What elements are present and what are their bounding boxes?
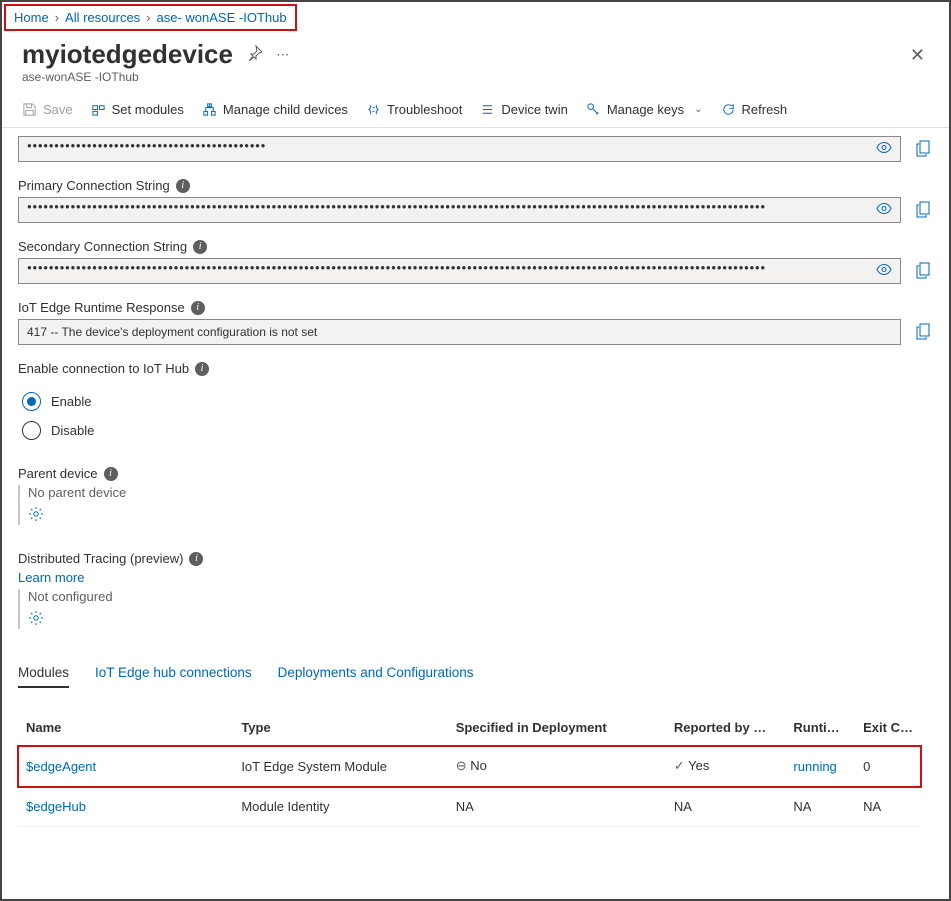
modules-table: Name Type Specified in Deployment Report… bbox=[18, 710, 921, 827]
breadcrumb-hub[interactable]: ase- wonASE -IOThub bbox=[157, 10, 287, 25]
copy-icon[interactable] bbox=[911, 200, 937, 221]
save-icon bbox=[22, 102, 37, 117]
radio-disable[interactable]: Disable bbox=[22, 421, 943, 440]
enable-connection-radios: Enable Disable bbox=[18, 392, 947, 440]
th-name[interactable]: Name bbox=[18, 710, 233, 746]
chevron-right-icon: › bbox=[55, 10, 59, 25]
module-type: IoT Edge System Module bbox=[233, 746, 447, 787]
manage-keys-button[interactable]: Manage keys⌄ bbox=[586, 102, 703, 117]
parent-device-label: Parent device i bbox=[18, 466, 947, 481]
module-runtime: running bbox=[785, 746, 855, 787]
table-row[interactable]: $edgeAgent IoT Edge System Module⊖ No✓ Ye… bbox=[18, 746, 921, 787]
parent-device-block: No parent device bbox=[18, 485, 947, 525]
breadcrumb-all-resources[interactable]: All resources bbox=[65, 10, 140, 25]
no-parent-text: No parent device bbox=[28, 485, 947, 500]
save-button: Save bbox=[22, 102, 73, 117]
module-spec: NA bbox=[448, 787, 666, 827]
secondary-conn-label: Secondary Connection String i bbox=[18, 239, 947, 254]
dist-tracing-label: Distributed Tracing (preview) i bbox=[18, 551, 947, 566]
primary-conn-input[interactable]: ●●●●●●●●●●●●●●●●●●●●●●●●●●●●●●●●●●●●●●●●… bbox=[18, 197, 901, 223]
page-subtitle: ase-wonASE -IOThub bbox=[22, 70, 929, 84]
troubleshoot-button[interactable]: Troubleshoot bbox=[366, 102, 462, 117]
module-type: Module Identity bbox=[233, 787, 447, 827]
page-title: myiotedgedevice bbox=[22, 39, 233, 70]
copy-icon[interactable] bbox=[911, 322, 937, 343]
module-reported: ✓ Yes bbox=[666, 746, 786, 787]
reveal-icon[interactable] bbox=[876, 142, 892, 157]
info-icon[interactable]: i bbox=[191, 301, 205, 315]
pin-icon[interactable] bbox=[247, 45, 263, 64]
refresh-icon bbox=[721, 102, 736, 117]
th-run[interactable]: Runti… bbox=[785, 710, 855, 746]
info-icon[interactable]: i bbox=[193, 240, 207, 254]
hierarchy-icon bbox=[202, 102, 217, 117]
th-exit[interactable]: Exit C… bbox=[855, 710, 921, 746]
tabs: Modules IoT Edge hub connections Deploym… bbox=[18, 665, 947, 688]
module-name-link[interactable]: $edgeAgent bbox=[26, 759, 96, 774]
dist-tracing-block: Not configured bbox=[18, 589, 947, 629]
module-name-link[interactable]: $edgeHub bbox=[26, 799, 86, 814]
page-header: myiotedgedevice ⋯ ✕ ase-wonASE -IOThub bbox=[2, 31, 949, 86]
reveal-icon[interactable] bbox=[876, 203, 892, 218]
troubleshoot-icon bbox=[366, 102, 381, 117]
enable-connection-label: Enable connection to IoT Hub i bbox=[18, 361, 947, 376]
th-type[interactable]: Type bbox=[233, 710, 447, 746]
module-exit: 0 bbox=[855, 746, 921, 787]
table-row[interactable]: $edgeHubModule Identity NA NANANA bbox=[18, 787, 921, 827]
list-icon bbox=[480, 102, 495, 117]
th-rep[interactable]: Reported by … bbox=[666, 710, 786, 746]
table-header-row: Name Type Specified in Deployment Report… bbox=[18, 710, 921, 746]
key-input[interactable]: ●●●●●●●●●●●●●●●●●●●●●●●●●●●●●●●●●●●●●●●●… bbox=[18, 136, 901, 162]
manage-child-button[interactable]: Manage child devices bbox=[202, 102, 348, 117]
device-twin-button[interactable]: Device twin bbox=[480, 102, 567, 117]
secondary-conn-row: ●●●●●●●●●●●●●●●●●●●●●●●●●●●●●●●●●●●●●●●●… bbox=[18, 258, 947, 284]
modules-icon bbox=[91, 102, 106, 117]
radio-icon bbox=[22, 421, 41, 440]
gear-icon[interactable] bbox=[28, 506, 947, 525]
copy-icon[interactable] bbox=[911, 261, 937, 282]
info-icon[interactable]: i bbox=[176, 179, 190, 193]
key-field-row: ●●●●●●●●●●●●●●●●●●●●●●●●●●●●●●●●●●●●●●●●… bbox=[18, 136, 947, 162]
reveal-icon[interactable] bbox=[876, 264, 892, 279]
module-runtime: NA bbox=[785, 787, 855, 827]
module-reported: NA bbox=[666, 787, 786, 827]
more-icon[interactable]: ⋯ bbox=[276, 47, 289, 63]
runtime-response-value[interactable]: 417 -- The device's deployment configura… bbox=[18, 319, 901, 345]
content-scroll[interactable]: ●●●●●●●●●●●●●●●●●●●●●●●●●●●●●●●●●●●●●●●●… bbox=[4, 124, 947, 897]
info-icon[interactable]: i bbox=[104, 467, 118, 481]
secondary-conn-input[interactable]: ●●●●●●●●●●●●●●●●●●●●●●●●●●●●●●●●●●●●●●●●… bbox=[18, 258, 901, 284]
tab-deployments[interactable]: Deployments and Configurations bbox=[278, 665, 474, 688]
chevron-down-icon: ⌄ bbox=[694, 104, 702, 115]
set-modules-button[interactable]: Set modules bbox=[91, 102, 184, 117]
radio-icon bbox=[22, 392, 41, 411]
breadcrumb-home[interactable]: Home bbox=[14, 10, 49, 25]
tab-hub-connections[interactable]: IoT Edge hub connections bbox=[95, 665, 252, 688]
breadcrumb: Home › All resources › ase- wonASE -IOTh… bbox=[4, 4, 297, 31]
module-exit: NA bbox=[855, 787, 921, 827]
module-spec: ⊖ No bbox=[448, 746, 666, 787]
runtime-response-row: 417 -- The device's deployment configura… bbox=[18, 319, 947, 345]
tab-modules[interactable]: Modules bbox=[18, 665, 69, 688]
radio-enable[interactable]: Enable bbox=[22, 392, 943, 411]
copy-icon[interactable] bbox=[911, 139, 937, 160]
primary-conn-row: ●●●●●●●●●●●●●●●●●●●●●●●●●●●●●●●●●●●●●●●●… bbox=[18, 197, 947, 223]
gear-icon[interactable] bbox=[28, 610, 947, 629]
learn-more-link[interactable]: Learn more bbox=[18, 570, 947, 585]
key-icon bbox=[586, 102, 601, 117]
primary-conn-label: Primary Connection String i bbox=[18, 178, 947, 193]
close-icon[interactable]: ✕ bbox=[910, 45, 925, 66]
refresh-button[interactable]: Refresh bbox=[721, 102, 788, 117]
info-icon[interactable]: i bbox=[189, 552, 203, 566]
chevron-right-icon: › bbox=[146, 10, 150, 25]
not-configured-text: Not configured bbox=[28, 589, 947, 604]
th-spec[interactable]: Specified in Deployment bbox=[448, 710, 666, 746]
info-icon[interactable]: i bbox=[195, 362, 209, 376]
runtime-response-label: IoT Edge Runtime Response i bbox=[18, 300, 947, 315]
